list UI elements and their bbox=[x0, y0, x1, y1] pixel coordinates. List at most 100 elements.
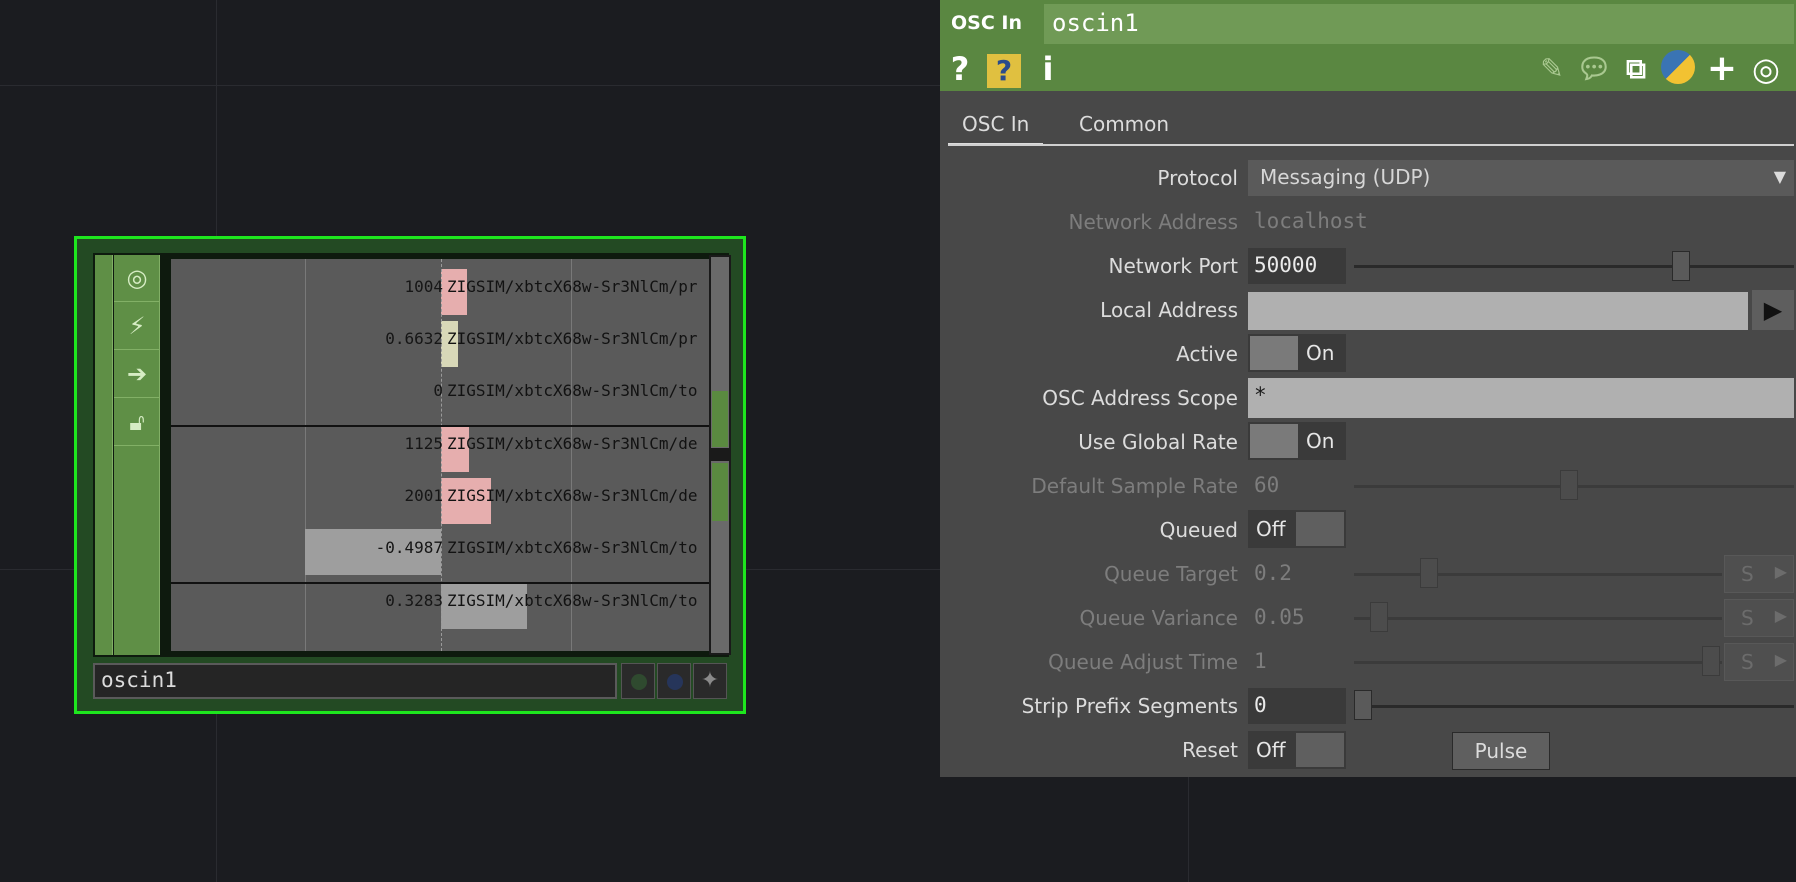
queue-variance-unit-button: S ▶ bbox=[1724, 599, 1794, 637]
queue-variance-slider-knob bbox=[1370, 602, 1388, 632]
scroll-thumb[interactable] bbox=[712, 391, 728, 447]
strip-prefix-segments-field[interactable]: 0 bbox=[1248, 688, 1346, 724]
display-button[interactable] bbox=[657, 663, 691, 699]
channel-value: 0 bbox=[433, 381, 443, 400]
oscin-node[interactable]: ◎ ⚡ ➔ 🔓︎ 1004 ZIGSIM/xbtcX68w-Sr3NlCm/pr… bbox=[74, 236, 746, 714]
channel-name: ZIGSIM/xbtcX68w-Sr3NlCm/to bbox=[447, 381, 698, 400]
display-dot-icon bbox=[667, 674, 683, 690]
grid-line bbox=[0, 85, 940, 86]
queue-adjust-time-slider-knob bbox=[1702, 646, 1720, 676]
chevron-right-icon: ▶ bbox=[1774, 562, 1787, 581]
operator-type: OSC In bbox=[951, 12, 1022, 34]
channel-name: ZIGSIM/xbtcX68w-Sr3NlCm/pr bbox=[447, 277, 698, 296]
unit-label: S bbox=[1741, 650, 1754, 674]
operator-name-field[interactable]: oscin1 bbox=[1044, 4, 1794, 44]
channel-viewer[interactable]: 1004 ZIGSIM/xbtcX68w-Sr3NlCm/pr 0.6632 Z… bbox=[171, 259, 709, 651]
grid-line bbox=[1188, 777, 1189, 882]
queue-adjust-time-unit-button: S ▶ bbox=[1724, 643, 1794, 681]
viewer-target-icon[interactable]: ◎ bbox=[1746, 50, 1786, 88]
channel-name: ZIGSIM/xbtcX68w-Sr3NlCm/de bbox=[447, 486, 698, 505]
add-icon[interactable]: + bbox=[1702, 50, 1742, 88]
export-icon[interactable]: ➔ bbox=[114, 351, 160, 398]
use-global-rate-value: On bbox=[1306, 429, 1335, 453]
toggle-knob bbox=[1296, 512, 1344, 546]
strip-prefix-segments-slider-knob[interactable] bbox=[1354, 690, 1372, 720]
osc-address-scope-field[interactable]: * bbox=[1248, 378, 1794, 418]
viewer-icon[interactable]: ◎ bbox=[114, 255, 160, 302]
network-address-field: localhost bbox=[1254, 209, 1368, 233]
queued-label: Queued bbox=[1159, 518, 1238, 542]
bypass-icon[interactable]: ⚡ bbox=[114, 303, 160, 350]
node-name-field[interactable]: oscin1 bbox=[93, 663, 617, 699]
channel-row: 2001 ZIGSIM/xbtcX68w-Sr3NlCm/de bbox=[171, 472, 709, 524]
network-port-field[interactable]: 50000 bbox=[1248, 248, 1346, 284]
network-port-slider[interactable] bbox=[1354, 265, 1794, 268]
python-icon[interactable] bbox=[1658, 50, 1698, 88]
queue-variance-field: 0.05 bbox=[1254, 605, 1305, 629]
queue-target-unit-button: S ▶ bbox=[1724, 555, 1794, 593]
channel-name: ZIGSIM/xbtcX68w-Sr3NlCm/de bbox=[447, 434, 698, 453]
channel-value: 2001 bbox=[404, 486, 443, 505]
edit-icon[interactable]: ✎ bbox=[1532, 50, 1572, 88]
node-input-bar[interactable] bbox=[95, 255, 113, 655]
toggle-knob bbox=[1250, 424, 1298, 458]
channel-name: ZIGSIM/xbtcX68w-Sr3NlCm/to bbox=[447, 538, 698, 557]
protocol-dropdown[interactable]: Messaging (UDP) ▼ bbox=[1248, 160, 1794, 196]
chevron-right-icon: ▶ bbox=[1774, 606, 1787, 625]
queue-target-label: Queue Target bbox=[1104, 562, 1238, 586]
chevron-right-icon: ▶ bbox=[1774, 650, 1787, 669]
comment-icon[interactable]: 💬︎ bbox=[1574, 50, 1614, 88]
python-help-icon[interactable]: ? bbox=[984, 50, 1024, 88]
help-icon[interactable]: ? bbox=[940, 50, 980, 88]
strip-prefix-segments-slider[interactable] bbox=[1354, 705, 1794, 708]
active-toggle[interactable]: On bbox=[1248, 334, 1346, 372]
queued-value: Off bbox=[1256, 517, 1286, 541]
pulse-button[interactable]: Pulse bbox=[1452, 732, 1550, 770]
viewer-scrollbar[interactable] bbox=[709, 255, 731, 655]
toggle-knob bbox=[1296, 733, 1344, 767]
channel-value: 1004 bbox=[404, 277, 443, 296]
queue-target-field: 0.2 bbox=[1254, 561, 1292, 585]
panel-header: OSC In oscin1 ? ? i ✎ 💬︎ ⧉ + ◎ bbox=[940, 0, 1796, 91]
protocol-label: Protocol bbox=[1157, 166, 1238, 190]
reset-toggle[interactable]: Off bbox=[1248, 731, 1346, 769]
use-global-rate-toggle[interactable]: On bbox=[1248, 422, 1346, 460]
channel-row: 0.6632 ZIGSIM/xbtcX68w-Sr3NlCm/pr bbox=[171, 315, 709, 367]
scroll-thumb[interactable] bbox=[712, 463, 728, 521]
default-sample-rate-label: Default Sample Rate bbox=[1031, 474, 1238, 498]
default-sample-rate-field: 60 bbox=[1254, 473, 1280, 497]
network-port-slider-knob[interactable] bbox=[1672, 251, 1690, 281]
lock-icon[interactable]: 🔓︎ bbox=[114, 399, 160, 446]
queue-target-slider-knob bbox=[1420, 558, 1438, 588]
channel-row: -0.4987 ZIGSIM/xbtcX68w-Sr3NlCm/to bbox=[171, 524, 709, 576]
channel-value: 0.3283 bbox=[385, 591, 443, 610]
channel-value: 0.6632 bbox=[385, 329, 443, 348]
chevron-down-icon: ▼ bbox=[1773, 167, 1786, 186]
node-flag-bar: ◎ ⚡ ➔ 🔓︎ bbox=[114, 255, 160, 655]
cook-dot-icon bbox=[631, 674, 647, 690]
channel-row: 1004 ZIGSIM/xbtcX68w-Sr3NlCm/pr bbox=[171, 263, 709, 315]
default-sample-rate-slider-knob bbox=[1560, 470, 1578, 500]
queue-adjust-time-label: Queue Adjust Time bbox=[1048, 650, 1238, 674]
protocol-value: Messaging (UDP) bbox=[1260, 165, 1431, 189]
play-arrow-icon[interactable]: ▶ bbox=[1752, 290, 1794, 330]
info-icon[interactable]: i bbox=[1028, 50, 1068, 88]
tab-osc-in[interactable]: OSC In bbox=[948, 104, 1044, 146]
cook-button[interactable] bbox=[621, 663, 655, 699]
unit-label: S bbox=[1741, 606, 1754, 630]
tab-underline bbox=[948, 144, 1794, 146]
osc-address-scope-label: OSC Address Scope bbox=[1042, 386, 1238, 410]
queued-toggle[interactable]: Off bbox=[1248, 510, 1346, 548]
parameter-panel: OSC In oscin1 ? ? i ✎ 💬︎ ⧉ + ◎ OSC In Co… bbox=[940, 0, 1796, 777]
queue-variance-slider bbox=[1354, 617, 1722, 620]
channel-name: ZIGSIM/xbtcX68w-Sr3NlCm/to bbox=[447, 591, 698, 610]
tab-common[interactable]: Common bbox=[1065, 104, 1183, 146]
clone-icon[interactable]: ⧉ bbox=[1616, 50, 1656, 88]
channel-value: 1125 bbox=[404, 434, 443, 453]
pin-icon[interactable]: ✦ bbox=[693, 663, 727, 699]
use-global-rate-label: Use Global Rate bbox=[1078, 430, 1238, 454]
local-address-field[interactable] bbox=[1248, 292, 1748, 330]
network-port-label: Network Port bbox=[1108, 254, 1238, 278]
channel-name: ZIGSIM/xbtcX68w-Sr3NlCm/pr bbox=[447, 329, 698, 348]
local-address-label: Local Address bbox=[1100, 298, 1238, 322]
